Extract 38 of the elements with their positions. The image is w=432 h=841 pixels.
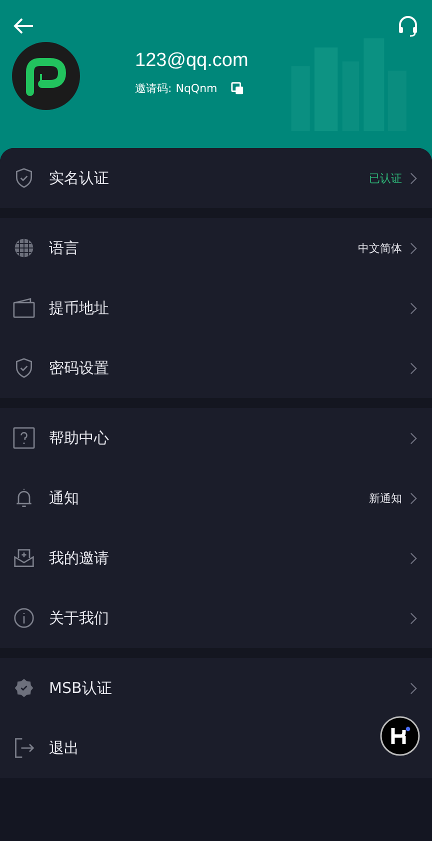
invite-code-label: 邀请码: <box>135 81 172 96</box>
menu-item[interactable]: 语言 中文简体 <box>0 218 432 278</box>
menu-label: MSB认证 <box>49 678 113 698</box>
status-text: 中文简体 <box>358 240 402 256</box>
menu-item[interactable]: 帮助中心 <box>0 408 432 468</box>
menu-item[interactable]: 通知 新通知 <box>0 468 432 528</box>
info-icon <box>13 607 35 629</box>
menu-label: 提币地址 <box>49 298 110 318</box>
status-text: 新通知 <box>369 490 402 506</box>
headset-icon[interactable] <box>396 14 420 38</box>
menu-item[interactable]: 提币地址 <box>0 278 432 338</box>
menu-item[interactable]: 关于我们 <box>0 588 432 648</box>
menu-item[interactable]: 实名认证 已认证 <box>0 148 432 208</box>
user-email: 123@qq.com <box>135 50 248 72</box>
logout-icon <box>13 737 35 759</box>
copy-icon[interactable] <box>231 82 244 95</box>
menu-label: 我的邀请 <box>49 548 110 568</box>
menu-label: 帮助中心 <box>49 428 110 448</box>
menu-label: 退出 <box>49 738 80 758</box>
status-text: 已认证 <box>369 170 402 186</box>
globe-icon <box>13 237 35 259</box>
badge-check-icon <box>13 677 35 699</box>
menu-item[interactable]: 退出 <box>0 718 432 778</box>
menu-item[interactable]: 密码设置 <box>0 338 432 398</box>
invite-code: NqQnm <box>176 82 218 95</box>
avatar-logo-icon <box>12 42 80 110</box>
shield-check-icon <box>13 357 35 379</box>
menu-label: 语言 <box>49 238 80 258</box>
menu-item[interactable]: 我的邀请 <box>0 528 432 588</box>
invite-icon <box>13 547 35 569</box>
shield-check-icon <box>13 167 35 189</box>
wallet-icon <box>13 297 35 319</box>
menu-label: 关于我们 <box>49 608 110 628</box>
menu-label: 密码设置 <box>49 358 110 378</box>
menu-item[interactable]: MSB认证 <box>0 658 432 718</box>
menu-label: 通知 <box>49 488 80 508</box>
help-icon <box>13 427 35 449</box>
menu-label: 实名认证 <box>49 168 110 188</box>
